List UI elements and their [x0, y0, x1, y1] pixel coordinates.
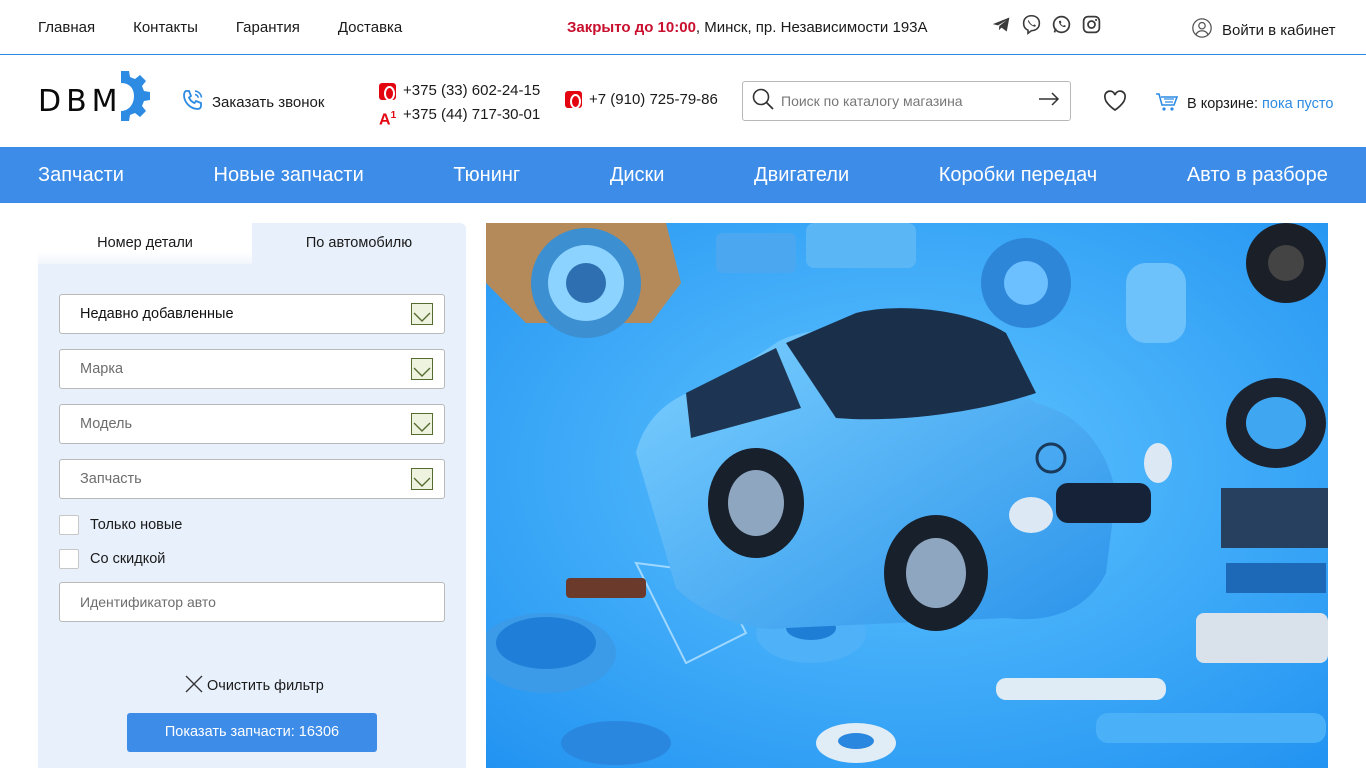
callback-label: Заказать звонок: [212, 93, 325, 111]
top-nav: Главная Контакты Гарантия Доставка: [38, 19, 402, 36]
chevron-down-icon: [411, 413, 433, 435]
main-nav-engines[interactable]: Двигатели: [754, 164, 849, 187]
clear-filter-button[interactable]: Очистить фильтр: [184, 674, 324, 698]
arrow-right-icon[interactable]: [1037, 87, 1061, 116]
main-nav-wheels[interactable]: Диски: [610, 164, 665, 187]
search-input[interactable]: [781, 93, 1031, 109]
filter-tabs: Номер детали По автомобилю: [38, 223, 466, 264]
sort-select-value: Недавно добавленные: [80, 306, 234, 322]
top-nav-warranty[interactable]: Гарантия: [236, 19, 300, 36]
car-id-input[interactable]: [60, 583, 444, 621]
show-parts-button[interactable]: Показать запчасти: 16306: [127, 713, 377, 752]
closed-status: Закрыто до 10:00: [567, 19, 696, 36]
instagram-icon[interactable]: [1081, 14, 1102, 35]
chevron-down-icon: [411, 303, 433, 325]
only-new-checkbox[interactable]: Только новые: [59, 515, 182, 535]
top-nav-home[interactable]: Главная: [38, 19, 95, 36]
logo-text: DBM: [38, 84, 123, 119]
hero-banner-image[interactable]: [486, 223, 1328, 768]
phone-row-mts[interactable]: +375 (33) 602-24-15: [379, 79, 540, 103]
brand-select[interactable]: Марка: [59, 349, 445, 389]
chevron-down-icon: [411, 468, 433, 490]
checkbox-box[interactable]: [59, 549, 79, 569]
cart-link[interactable]: В корзине: пока пусто: [1155, 91, 1333, 117]
filter-panel: Номер детали По автомобилю Недавно добав…: [38, 223, 466, 768]
chevron-down-icon: [411, 358, 433, 380]
phone-mts-1[interactable]: +375 (33) 602-24-15: [403, 79, 540, 103]
close-icon: [184, 674, 204, 698]
phone-row-a1[interactable]: A1 +375 (44) 717-30-01: [379, 103, 540, 128]
top-nav-delivery[interactable]: Доставка: [338, 19, 402, 36]
discount-label: Со скидкой: [90, 551, 166, 567]
main-nav-tuning[interactable]: Тюнинг: [453, 164, 520, 187]
whatsapp-icon[interactable]: [1051, 14, 1072, 35]
model-select[interactable]: Модель: [59, 404, 445, 444]
main-nav-parts[interactable]: Запчасти: [38, 164, 124, 187]
mts-icon: [565, 91, 582, 109]
sort-select[interactable]: Недавно добавленные: [59, 294, 445, 334]
user-icon: [1191, 17, 1213, 43]
logo[interactable]: DBM: [38, 69, 152, 131]
checkbox-box[interactable]: [59, 515, 79, 535]
main-nav: Запчасти Новые запчасти Тюнинг Диски Дви…: [0, 147, 1366, 203]
search-box: [742, 81, 1071, 121]
a1-icon: A1: [379, 109, 397, 128]
callback-link[interactable]: Заказать звонок: [181, 88, 324, 116]
car-id-field: [59, 582, 445, 622]
phone-call-icon: [181, 88, 205, 116]
discount-checkbox[interactable]: Со скидкой: [59, 549, 165, 569]
header: DBM Заказать звонок +375 (33) 602-24-15 …: [0, 55, 1366, 147]
login-link[interactable]: Войти в кабинет: [1191, 17, 1335, 43]
main-nav-dismantled-cars[interactable]: Авто в разборе: [1187, 164, 1328, 187]
top-bar: Главная Контакты Гарантия Доставка Закры…: [0, 0, 1366, 55]
phone-mts-2[interactable]: +7 (910) 725-79-86: [589, 91, 718, 108]
mts-icon: [379, 82, 396, 101]
model-select-placeholder: Модель: [80, 416, 133, 432]
main-nav-gearboxes[interactable]: Коробки передач: [939, 164, 1098, 187]
telegram-icon[interactable]: [991, 14, 1012, 35]
store-address: , Минск, пр. Независимости 193А: [695, 19, 928, 36]
cart-icon: [1155, 91, 1179, 117]
phone-a1[interactable]: +375 (44) 717-30-01: [403, 103, 540, 127]
clear-filter-label: Очистить фильтр: [207, 678, 324, 694]
search-icon[interactable]: [751, 87, 775, 116]
viber-icon[interactable]: [1021, 14, 1042, 35]
store-status: Закрыто до 10:00, Минск, пр. Независимос…: [567, 19, 928, 36]
cart-label: В корзине:: [1187, 96, 1259, 112]
tab-by-car[interactable]: По автомобилю: [252, 223, 466, 264]
main-nav-new-parts[interactable]: Новые запчасти: [214, 164, 364, 187]
login-label: Войти в кабинет: [1222, 21, 1336, 39]
phone-list: +375 (33) 602-24-15 A1 +375 (44) 717-30-…: [379, 79, 540, 128]
favorites-heart-icon[interactable]: [1103, 90, 1127, 117]
tab-part-number[interactable]: Номер детали: [38, 223, 252, 264]
phone-row-mts-2[interactable]: +7 (910) 725-79-86: [565, 91, 718, 109]
part-select-placeholder: Запчасть: [80, 471, 142, 487]
top-nav-contacts[interactable]: Контакты: [133, 19, 198, 36]
only-new-label: Только новые: [90, 517, 183, 533]
social-links: [991, 14, 1102, 35]
part-select[interactable]: Запчасть: [59, 459, 445, 499]
brand-select-placeholder: Марка: [80, 361, 124, 377]
cart-status[interactable]: пока пусто: [1262, 96, 1333, 112]
